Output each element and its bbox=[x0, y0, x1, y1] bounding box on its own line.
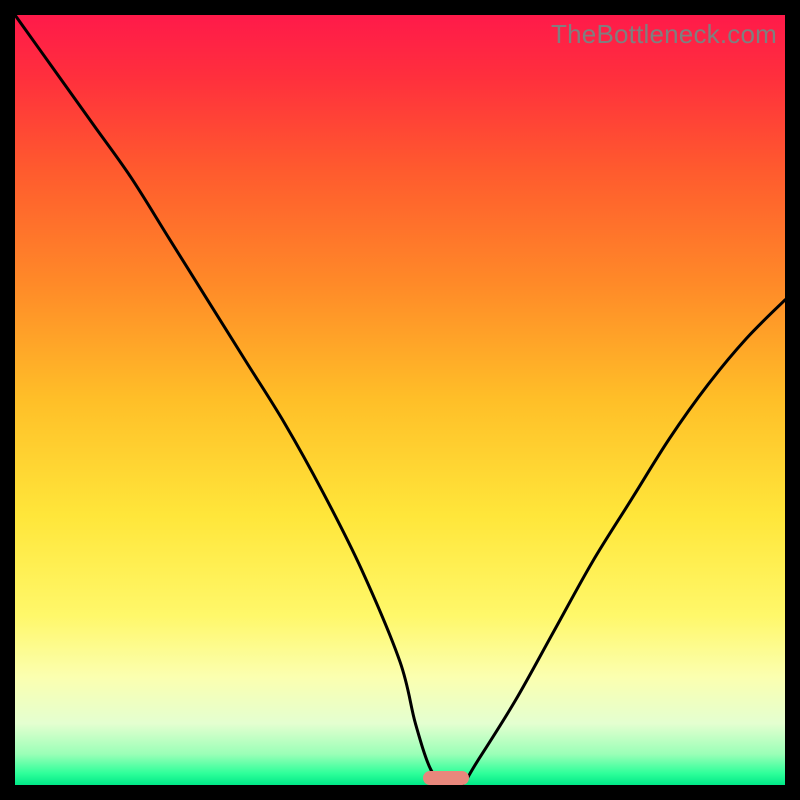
watermark-text: TheBottleneck.com bbox=[551, 19, 777, 50]
optimal-marker bbox=[423, 771, 469, 785]
chart-frame: TheBottleneck.com bbox=[15, 15, 785, 785]
gradient-background bbox=[15, 15, 785, 785]
bottleneck-chart bbox=[15, 15, 785, 785]
